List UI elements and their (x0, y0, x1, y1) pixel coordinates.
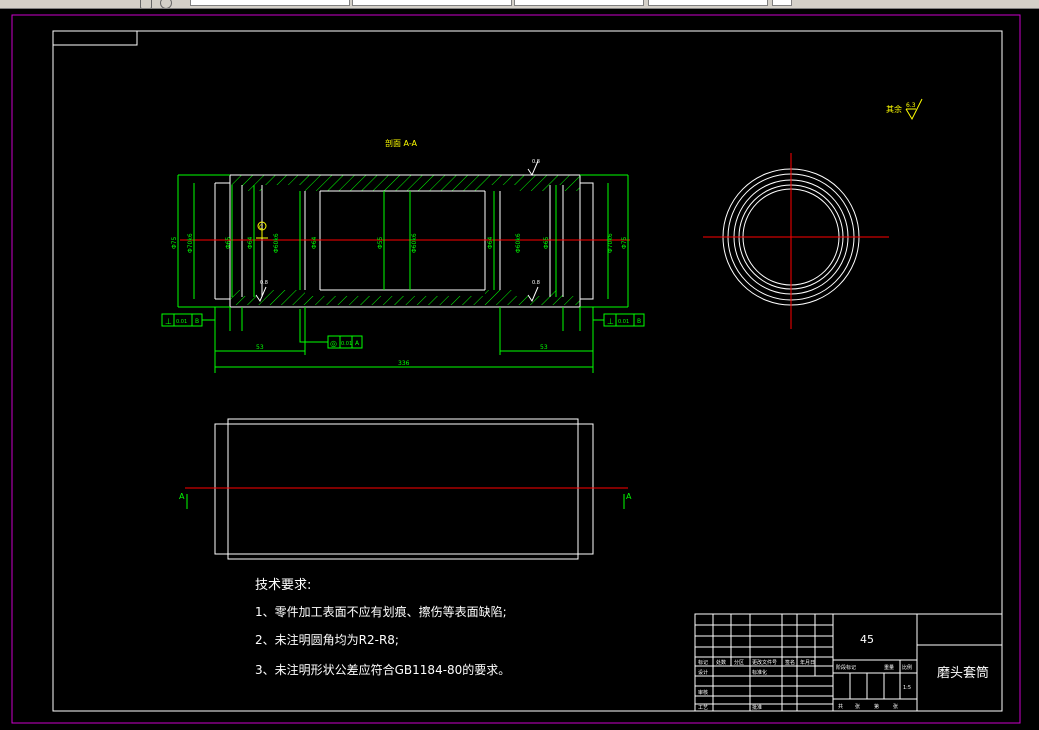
tol-left-symbol: ⊥ (165, 317, 172, 326)
dim-outer-dia: Φ75 (171, 236, 178, 249)
tb-header-change: 更改文件号 (752, 659, 777, 666)
toolbar-dropdown[interactable] (648, 0, 768, 6)
dim-center-mark-right: Φ60k6 (515, 233, 522, 253)
tol-right-value: 0.01 (618, 319, 629, 325)
section-hatch-bottom (230, 290, 580, 305)
tb-role-process: 工艺 (698, 705, 708, 711)
roughness-b: 0.8 (260, 280, 268, 286)
roughness-a: 0.8 (532, 159, 540, 165)
dim-inner-dia-left: Φ65 (225, 236, 232, 249)
view-marker-right: A (626, 492, 632, 501)
toolbar-icon[interactable] (140, 0, 152, 8)
toolbar-dropdown[interactable] (772, 0, 792, 6)
dim-bore-dia-right: Φ70k6 (607, 233, 614, 253)
toolbar-dropdown[interactable] (190, 0, 350, 6)
dim-step-dia-left: Φ64 (247, 236, 254, 249)
tb-mid-standard: 标准化 (752, 669, 767, 676)
tb-scale-label: 比例 (902, 664, 912, 671)
dim-step-dia-mid: Φ64 (311, 236, 318, 249)
roughness-value: 6.3 (906, 102, 916, 109)
material: 45 (860, 633, 874, 646)
tb-header-mark: 标记 (698, 659, 708, 666)
tb-role-review: 审核 (698, 689, 708, 696)
dim-inner-dia-right: Φ65 (543, 236, 550, 249)
dim-outer-dia-right: Φ75 (621, 236, 628, 249)
section-markers (186, 494, 625, 509)
tech-requirements-title: 技术要求: (255, 578, 312, 593)
part-name: 磨头套筒 (937, 665, 989, 681)
drawing-canvas[interactable]: 剖面 A-A 其余 6.3 Φ75 Φ70k6 Φ65 Φ64 Φ60k6 Φ6… (0, 9, 1039, 726)
dim-bore-dia-left: Φ70k6 (187, 233, 194, 253)
dim-center-mark: Φ60k6 (273, 233, 280, 253)
diameter-dimensions (177, 174, 629, 308)
datum-label: C (259, 224, 263, 231)
tol-left-datum: B (195, 318, 199, 325)
cad-drawing: 剖面 A-A 其余 6.3 Φ75 Φ70k6 Φ65 Φ64 Φ60k6 Φ6… (11, 14, 1021, 724)
roughness-note: 其余 (886, 104, 902, 114)
dim-center-bore: Φ55 (377, 236, 384, 249)
tb-weight: 重量 (884, 664, 894, 671)
tb-mid-approve: 批准 (752, 704, 762, 711)
tol-right-symbol: ⊥ (607, 317, 614, 326)
dim-step-dia-right: Φ64 (487, 236, 494, 249)
tolerance-frame-right: ⊥ 0.01 B (593, 313, 645, 327)
sheet-inner-frame (52, 30, 1003, 712)
tol-right-datum: B (637, 318, 641, 325)
tb-header-zone: 分区 (734, 659, 744, 666)
tech-requirement-2: 2、未注明圆角均为R2-R8; (255, 633, 399, 647)
sheet-outer-border (11, 14, 1021, 724)
tb-header-count: 处数 (716, 659, 726, 666)
front-view (214, 418, 594, 560)
tol-left-value: 0.01 (176, 319, 187, 325)
tol-center-datum: A (355, 340, 360, 347)
tb-sheet-no: 第 (874, 703, 879, 710)
section-outline (214, 174, 594, 308)
tb-sheet-unit-2: 张 (893, 703, 898, 710)
tolerance-frame-center: ◎ 0.01 A (299, 309, 363, 349)
tb-sheet-total: 共 (838, 703, 843, 710)
dim-center-bore-fit: Φ60k6 (411, 233, 418, 253)
tb-header-sign: 签名 (785, 659, 795, 666)
drawing-number-box (52, 30, 138, 46)
toolbar (0, 0, 1039, 9)
section-hatch-top (230, 175, 580, 191)
tb-sheet-unit-1: 张 (855, 703, 860, 710)
toolbar-dropdown[interactable] (352, 0, 512, 6)
tech-requirement-3: 3、未注明形状公差应符合GB1184-80的要求。 (255, 663, 511, 677)
view-marker-left: A (179, 492, 185, 501)
toolbar-dropdown[interactable] (514, 0, 644, 6)
dim-overall-length: 336 (398, 360, 410, 367)
tb-role-design: 设计 (698, 669, 708, 676)
section-label: 剖面 A-A (385, 138, 418, 148)
tb-stage: 阶段标记 (836, 664, 856, 671)
tol-center-symbol: ◎ (330, 339, 337, 348)
toolbar-icon[interactable] (160, 0, 172, 8)
tech-requirement-1: 1、零件加工表面不应有划痕、擦伤等表面缺陷; (255, 605, 507, 619)
dim-left-offset: 53 (256, 344, 264, 351)
dim-right-offset: 53 (540, 344, 548, 351)
tb-header-date: 年月日 (800, 659, 815, 666)
tolerance-frame-left: ⊥ 0.01 B (161, 313, 215, 327)
roughness-c: 0.8 (532, 280, 540, 286)
tb-scale: 1:5 (903, 685, 911, 691)
tol-center-value: 0.01 (341, 341, 352, 347)
